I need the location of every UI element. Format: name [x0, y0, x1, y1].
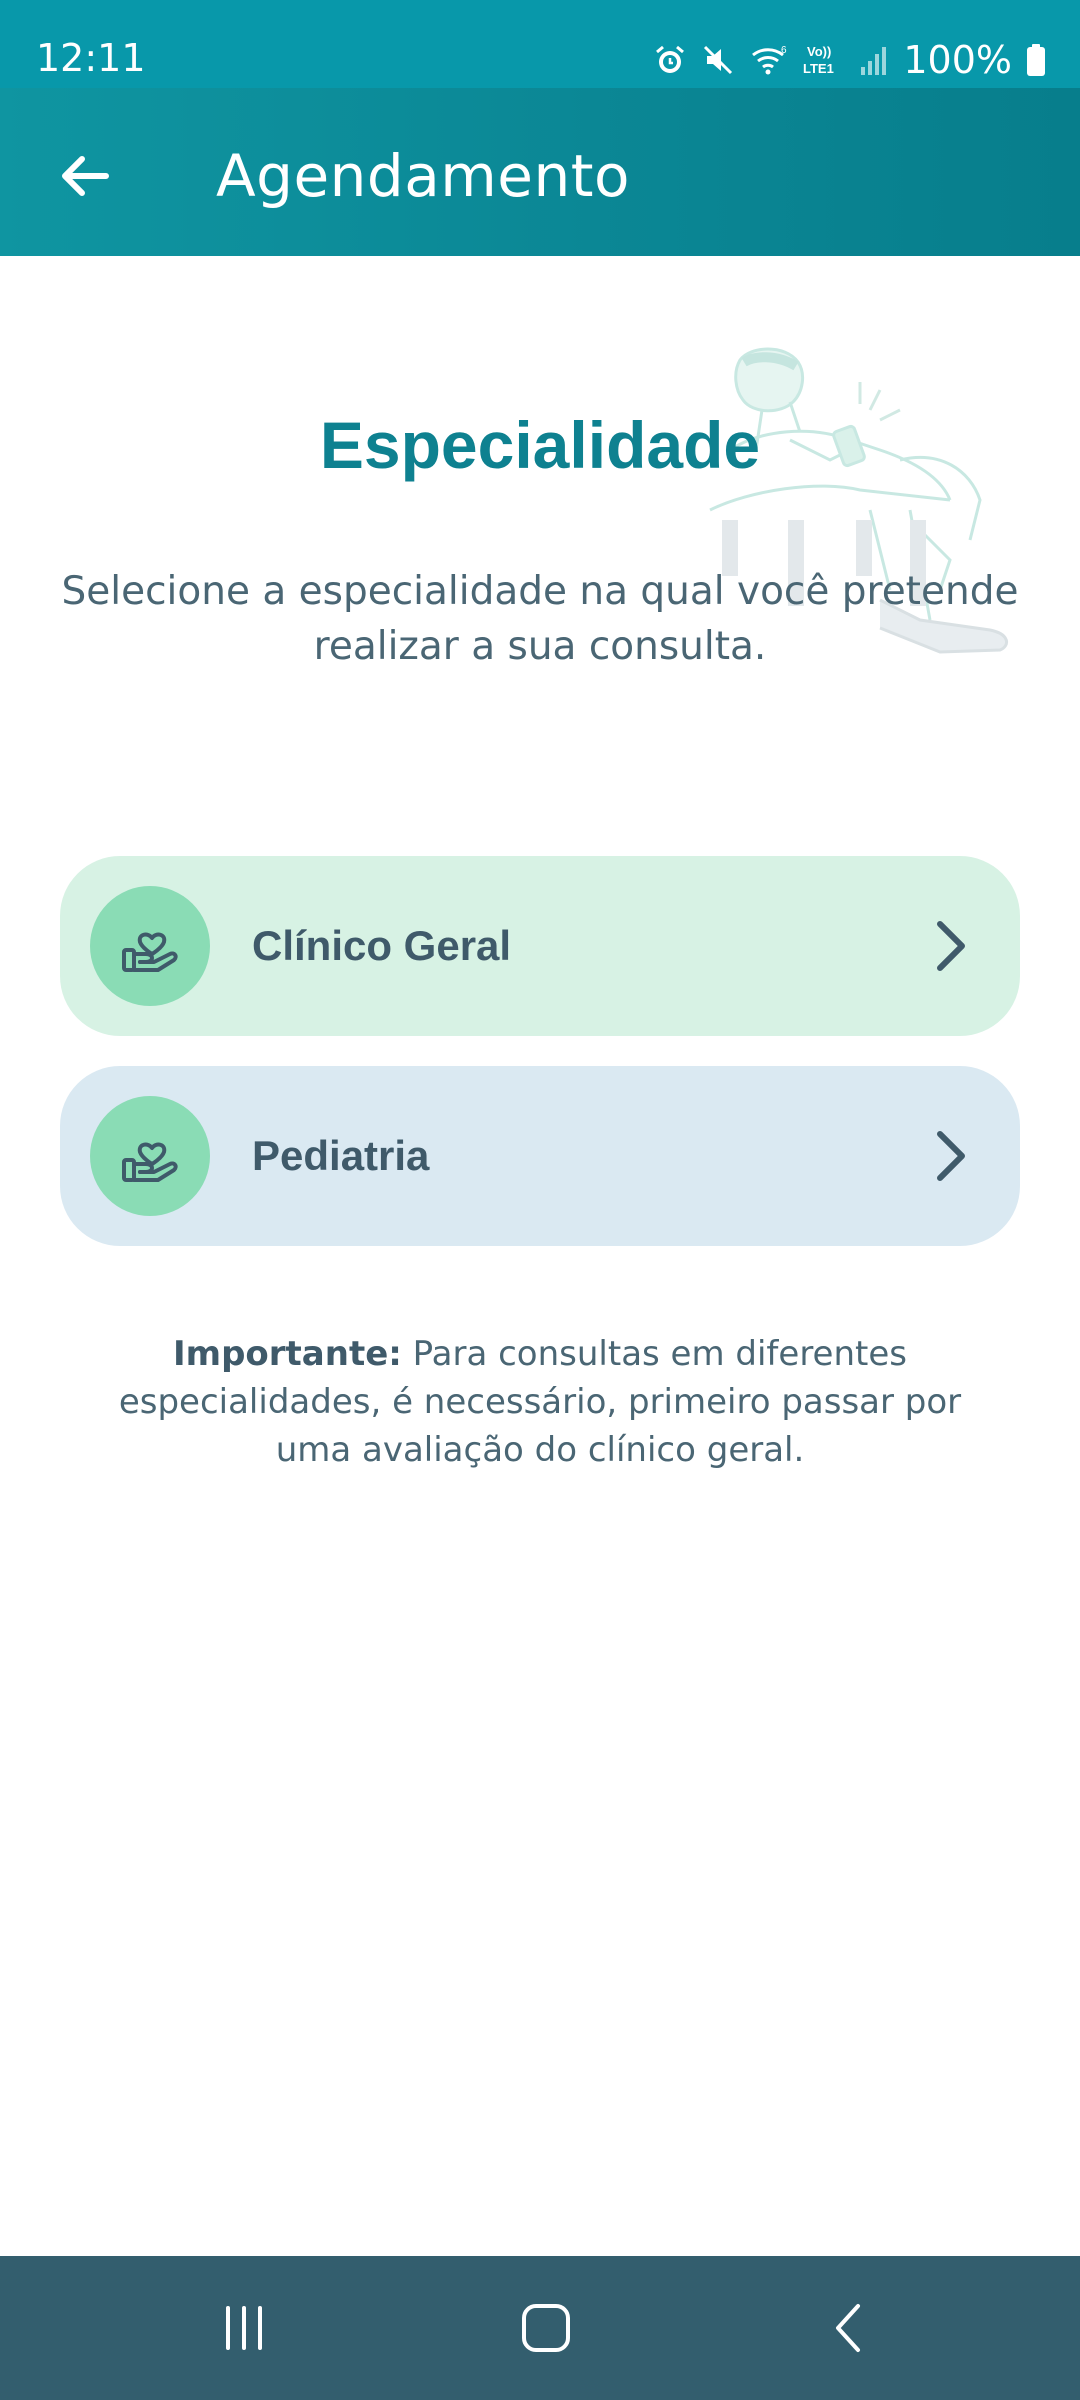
home-icon	[522, 2304, 570, 2352]
battery-icon	[1026, 43, 1046, 77]
svg-text:Vo)): Vo))	[807, 44, 831, 59]
svg-text:6: 6	[781, 45, 787, 56]
chevron-right-icon	[920, 1126, 980, 1186]
page-subtitle: Selecione a especialidade na qual você p…	[61, 569, 1019, 669]
specialty-label: Pediatria	[252, 1132, 430, 1179]
hand-heart-icon	[122, 932, 178, 972]
alarm-icon	[653, 43, 687, 77]
volte-icon: Vo)) LTE1	[803, 42, 845, 78]
system-nav-bar	[0, 2256, 1080, 2400]
important-note-label: Importante:	[173, 1334, 402, 1374]
battery-percentage: 100%	[903, 38, 1012, 82]
svg-text:LTE1: LTE1	[803, 61, 834, 76]
arrow-left-icon	[62, 156, 109, 196]
specialty-icon-circle	[90, 886, 210, 1006]
page-title: Especialidade	[319, 408, 761, 482]
mute-icon	[701, 43, 735, 77]
app-bar: Agendamento	[0, 88, 1080, 256]
system-back-button[interactable]	[810, 2288, 890, 2368]
recent-apps-icon	[226, 2306, 262, 2350]
signal-icon	[859, 43, 889, 77]
specialty-card-pediatria[interactable]: Pediatria	[60, 1066, 1020, 1246]
specialty-card-clinico-geral[interactable]: Clínico Geral	[60, 856, 1020, 1036]
chevron-right-icon	[920, 916, 980, 976]
app-bar-title: Agendamento	[216, 142, 630, 210]
status-time: 12:11	[36, 36, 146, 80]
back-icon	[836, 2304, 860, 2352]
wifi-icon: 6	[749, 43, 789, 77]
status-bar: 12:11 6 Vo)) LTE1 100%	[0, 0, 1080, 88]
hand-heart-icon	[122, 1142, 178, 1182]
home-button[interactable]	[506, 2288, 586, 2368]
specialty-icon-circle	[90, 1096, 210, 1216]
specialty-label: Clínico Geral	[252, 922, 512, 969]
recent-apps-button[interactable]	[204, 2288, 284, 2368]
status-icons: 6 Vo)) LTE1 100%	[653, 36, 1046, 84]
important-note: Importante: Para consultas em diferentes…	[90, 1330, 990, 1474]
back-button[interactable]	[46, 138, 122, 214]
